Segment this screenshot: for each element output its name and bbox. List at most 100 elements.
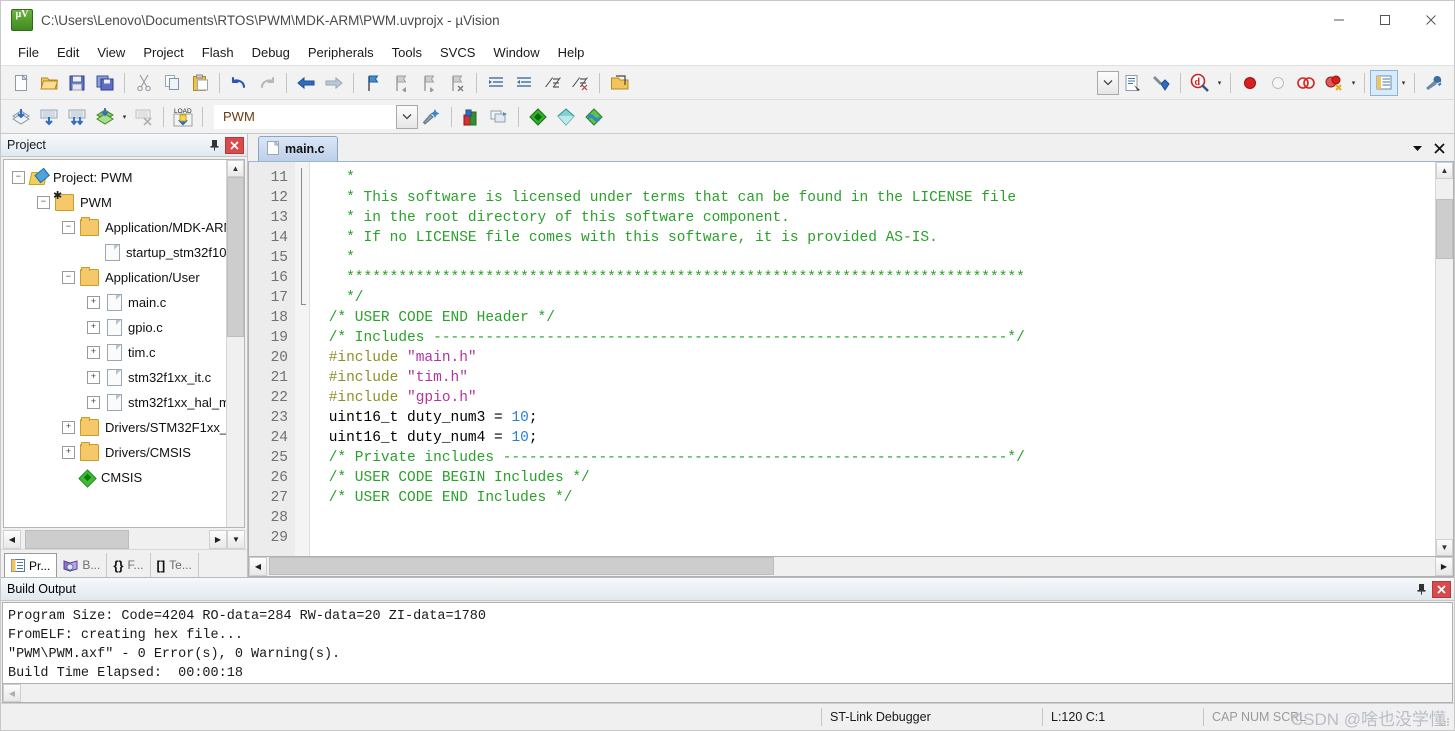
editor-tab-close-icon[interactable] [1428, 138, 1450, 158]
rebuild-all-icon[interactable] [63, 104, 91, 130]
project-window-toggle-icon[interactable] [1370, 69, 1398, 96]
tree-item[interactable]: + Drivers/STM32F1xx_HAL_Driver [4, 415, 226, 440]
paste-icon[interactable] [186, 70, 214, 96]
code-scroll-left-icon[interactable]: ◀ [249, 557, 267, 576]
debug-dropdown-arrow-icon[interactable]: ▾ [1214, 70, 1225, 96]
tree-item[interactable]: − PWM [4, 190, 226, 215]
project-tree-vscrollbar[interactable]: ▲ [226, 160, 244, 527]
build-output-text[interactable]: Program Size: Code=4204 RO-data=284 RW-d… [2, 602, 1453, 684]
tab-project[interactable]: Pr... [4, 553, 58, 577]
code-line[interactable]: /* USER CODE END Includes */ [320, 488, 1435, 508]
code-line[interactable]: /* Includes ----------------------------… [320, 328, 1435, 348]
batch-build-dropdown-arrow-icon[interactable]: ▾ [119, 104, 130, 130]
code-hscrollbar[interactable]: ◀ ▶ [248, 557, 1454, 577]
scroll-right-icon[interactable]: ▶ [209, 530, 227, 549]
save-all-icon[interactable] [91, 70, 119, 96]
tree-item[interactable]: + gpio.c [4, 315, 226, 340]
menu-window[interactable]: Window [484, 41, 548, 64]
menu-file[interactable]: File [9, 41, 48, 64]
menu-view[interactable]: View [88, 41, 134, 64]
bookmark-next-icon[interactable] [415, 70, 443, 96]
close-icon[interactable] [225, 136, 244, 154]
menu-debug[interactable]: Debug [243, 41, 299, 64]
code-line[interactable]: /* USER CODE BEGIN Includes */ [320, 468, 1435, 488]
tree-item[interactable]: − Project: PWM [4, 165, 226, 190]
tree-item[interactable]: − Application/MDK-ARM [4, 215, 226, 240]
pack-installer-icon[interactable] [552, 104, 580, 130]
build-hscroll-track[interactable] [21, 684, 1452, 702]
disable-all-breakpoints-icon[interactable] [1292, 70, 1320, 96]
target-select[interactable]: PWM [214, 104, 396, 129]
toolbar-overflow-dropdown[interactable] [1097, 70, 1119, 95]
code-line[interactable]: #include "main.h" [320, 348, 1435, 368]
breakpoint-dropdown-arrow-icon[interactable]: ▾ [1348, 70, 1359, 96]
tree-expander[interactable]: + [87, 321, 100, 334]
stop-build-icon[interactable] [130, 104, 158, 130]
menu-project[interactable]: Project [134, 41, 192, 64]
editor-tab-list-dropdown-icon[interactable] [1406, 138, 1428, 158]
code-hscroll-track[interactable] [267, 557, 1435, 576]
new-file-icon[interactable] [7, 70, 35, 96]
menu-flash[interactable]: Flash [193, 41, 243, 64]
menu-help[interactable]: Help [549, 41, 594, 64]
code-line[interactable]: /* Private includes --------------------… [320, 448, 1435, 468]
code-line[interactable]: ****************************************… [320, 268, 1435, 288]
build-scroll-left-icon[interactable]: ◀ [3, 684, 21, 702]
open-file-icon[interactable] [35, 70, 63, 96]
save-icon[interactable] [63, 70, 91, 96]
code-line[interactable]: * If no LICENSE file comes with this sof… [320, 228, 1435, 248]
pin-icon[interactable] [1412, 580, 1430, 598]
indent-icon[interactable] [482, 70, 510, 96]
code-line[interactable]: /* USER CODE END Header */ [320, 308, 1435, 328]
code-scroll-right-icon[interactable]: ▶ [1435, 557, 1453, 576]
code-line[interactable]: * [320, 168, 1435, 188]
code-line[interactable]: */ [320, 288, 1435, 308]
code-editor[interactable]: 11 12 13 14 15 16 17 18 19 20 21 22 23 24 25 26 27 28 29 *… [248, 162, 1454, 557]
code-line[interactable]: * [320, 248, 1435, 268]
build-output-hscrollbar[interactable]: ◀ [2, 684, 1453, 703]
download-to-flash-icon[interactable]: LOAD [169, 104, 197, 130]
target-select-dropdown[interactable] [396, 104, 418, 129]
code-text[interactable]: * * This software is licensed under term… [310, 162, 1435, 556]
target-options-wizard-icon[interactable] [418, 104, 446, 130]
manage-multi-project-icon[interactable] [485, 104, 513, 130]
editor-tab-main-c[interactable]: main.c [258, 136, 338, 161]
tree-expander[interactable]: − [12, 171, 25, 184]
redo-icon[interactable] [253, 70, 281, 96]
code-line[interactable]: * This software is licensed under terms … [320, 188, 1435, 208]
tree-expander[interactable]: + [87, 346, 100, 359]
tree-item[interactable]: + stm32f1xx_hal_msp.c [4, 390, 226, 415]
tree-expander[interactable]: + [87, 396, 100, 409]
tree-expander[interactable]: − [37, 196, 50, 209]
code-line[interactable]: #include "tim.h" [320, 368, 1435, 388]
bookmark-prev-icon[interactable] [387, 70, 415, 96]
code-viewport[interactable]: 11 12 13 14 15 16 17 18 19 20 21 22 23 24 25 26 27 28 29 *… [249, 162, 1435, 556]
build-target-icon[interactable] [35, 104, 63, 130]
translate-file-icon[interactable] [7, 104, 35, 130]
scroll-up-icon[interactable]: ▲ [227, 160, 244, 177]
kill-all-breakpoints-icon[interactable] [1320, 70, 1348, 96]
tree-item[interactable]: startup_stm32f103xb.s [4, 240, 226, 265]
code-scroll-down-icon[interactable]: ▼ [1436, 539, 1453, 556]
code-folding-column[interactable] [295, 162, 310, 556]
code-line[interactable]: * in the root directory of this software… [320, 208, 1435, 228]
code-line[interactable]: #include "gpio.h" [320, 388, 1435, 408]
rtx-kernel-icon[interactable] [524, 104, 552, 130]
code-hscroll-thumb[interactable] [269, 557, 774, 575]
vscroll-thumb[interactable] [227, 177, 244, 337]
uncomment-icon[interactable]: // [566, 70, 594, 96]
hscroll-thumb[interactable] [25, 530, 129, 549]
menu-tools[interactable]: Tools [383, 41, 431, 64]
options-for-target-icon[interactable] [1119, 70, 1147, 96]
tree-item[interactable]: + main.c [4, 290, 226, 315]
start-debug-session-icon[interactable]: d [1186, 70, 1214, 96]
code-vscrollbar[interactable]: ▲ ▼ [1435, 162, 1453, 556]
disable-breakpoint-icon[interactable] [1264, 70, 1292, 96]
tree-expander[interactable]: + [87, 371, 100, 384]
manage-rte-icon[interactable] [580, 104, 608, 130]
tree-item[interactable]: + Drivers/CMSIS [4, 440, 226, 465]
code-line[interactable]: uint16_t duty_num4 = 10; [320, 428, 1435, 448]
navigate-back-icon[interactable] [292, 70, 320, 96]
hscroll-track[interactable] [21, 530, 209, 549]
maximize-button[interactable] [1362, 1, 1408, 39]
